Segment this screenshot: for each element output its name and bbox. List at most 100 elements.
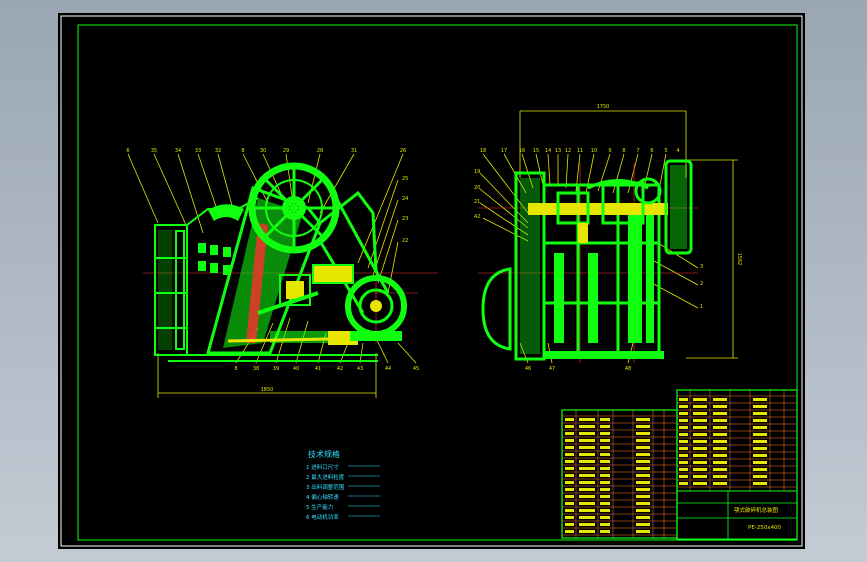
- bom-cell-mark: [713, 447, 727, 450]
- side-base: [544, 351, 664, 359]
- bom-cell-mark: [636, 467, 650, 470]
- width-dimension: 1850: [261, 387, 274, 393]
- callout-label: 42: [474, 214, 480, 220]
- bom-cell-mark: [713, 482, 727, 485]
- bom-cell-mark: [579, 418, 595, 421]
- callout-label: 20: [474, 185, 480, 191]
- bom-cell-mark: [565, 446, 574, 449]
- bill-of-materials: 颚式破碎机总装图 PE-250x400: [561, 389, 798, 541]
- callout-label: 43: [357, 366, 363, 372]
- callout-label: 24: [402, 196, 408, 202]
- bom-cell-mark: [713, 412, 727, 415]
- bom-cell-mark: [753, 412, 767, 415]
- cad-drawing: 技术规格 1 进料口尺寸 2 最大进料粒度 3 出料调整范围 4 偏心轴转速 5…: [60, 15, 803, 547]
- height-dimension: 1562: [736, 253, 742, 266]
- callout-label: 18: [480, 148, 486, 154]
- bom-cell-mark: [693, 482, 707, 485]
- shaft-key: [578, 223, 588, 243]
- bom-cell-mark: [579, 502, 595, 505]
- callout-label: 34: [175, 148, 181, 154]
- bom-cell-mark: [565, 488, 574, 491]
- bom-cell-mark: [600, 453, 610, 456]
- callout-label: 4: [676, 148, 679, 154]
- bom-cell-mark: [753, 440, 767, 443]
- callout-label: 21: [474, 199, 480, 205]
- bom-cell-mark: [565, 453, 574, 456]
- callout-label: 30: [260, 148, 266, 154]
- callout-label: 10: [591, 148, 597, 154]
- callout-label: 7: [636, 148, 639, 154]
- bom-cell-mark: [679, 412, 688, 415]
- bom-cell-mark: [679, 454, 688, 457]
- bom-cell-mark: [600, 460, 610, 463]
- bom-cell-mark: [579, 425, 595, 428]
- bom-cell-mark: [600, 488, 610, 491]
- bom-cell-mark: [693, 468, 707, 471]
- bom-cell-mark: [753, 461, 767, 464]
- bom-cell-mark: [565, 523, 574, 526]
- bom-cell-mark: [579, 467, 595, 470]
- bom-cell-mark: [679, 468, 688, 471]
- bom-cell-mark: [753, 433, 767, 436]
- callout-label: 13: [555, 148, 561, 154]
- bom-cell-mark: [636, 523, 650, 526]
- eccentric-shaft: [528, 203, 668, 215]
- bom-cell-mark: [693, 398, 707, 401]
- callout-label: 45: [413, 366, 419, 372]
- bom-cell-mark: [636, 516, 650, 519]
- bom-cell-mark: [713, 440, 727, 443]
- bom-cell-mark: [636, 481, 650, 484]
- callout-label: 38: [253, 366, 259, 372]
- bom-cell-mark: [600, 425, 610, 428]
- bom-cell-mark: [600, 467, 610, 470]
- bom-cell-mark: [753, 482, 767, 485]
- bom-cell-mark: [713, 419, 727, 422]
- bom-cell-mark: [636, 446, 650, 449]
- bom-cell-mark: [565, 439, 574, 442]
- inner-border: [77, 24, 798, 541]
- bom-cell-mark: [579, 439, 595, 442]
- bom-cell-mark: [565, 495, 574, 498]
- front-view: [127, 153, 438, 398]
- callout-label: 29: [283, 148, 289, 154]
- drawing-sheet: 技术规格 1 进料口尺寸 2 最大进料粒度 3 出料调整范围 4 偏心轴转速 5…: [58, 13, 805, 549]
- callout-label: 28: [317, 148, 323, 154]
- bom-cell-mark: [565, 418, 574, 421]
- bom-cell-mark: [600, 439, 610, 442]
- bom-cell-mark: [636, 432, 650, 435]
- title-block-title: 颚式破碎机总装图: [734, 506, 779, 514]
- callout-label: 48: [625, 366, 631, 372]
- bom-cell-mark: [679, 475, 688, 478]
- callout-label: 26: [400, 148, 406, 154]
- tech-item: 1 进料口尺寸: [306, 463, 339, 471]
- bom-cell-mark: [713, 461, 727, 464]
- bom-cell-mark: [579, 453, 595, 456]
- bom-cell-mark: [565, 425, 574, 428]
- bom-cell-mark: [636, 460, 650, 463]
- bom-cell-mark: [579, 516, 595, 519]
- bom-cell-mark: [636, 453, 650, 456]
- bom-cell-mark: [713, 405, 727, 408]
- bom-cell-mark: [693, 405, 707, 408]
- callout-label: 19: [474, 169, 480, 175]
- bom-cell-mark: [600, 418, 610, 421]
- callout-label: 32: [215, 148, 221, 154]
- bom-cell-mark: [679, 433, 688, 436]
- bom-cell-mark: [679, 398, 688, 401]
- callout-label: 23: [402, 216, 408, 222]
- bom-cell-mark: [753, 405, 767, 408]
- callout-label: 25: [402, 176, 408, 182]
- width-dimension: 1750: [597, 104, 610, 110]
- tech-item: 6 电动机功率: [306, 513, 339, 521]
- bom-cell-mark: [579, 495, 595, 498]
- callout-label: 17: [501, 148, 507, 154]
- callout-label: 2: [700, 281, 703, 287]
- bom-cell-mark: [636, 418, 650, 421]
- callout-label: 39: [273, 366, 279, 372]
- tech-title: 技术规格: [308, 449, 340, 459]
- bom-cell-mark: [693, 426, 707, 429]
- bom-cell-mark: [600, 432, 610, 435]
- bom-cell-mark: [565, 460, 574, 463]
- bom-cell-mark: [636, 488, 650, 491]
- bom-cell-mark: [565, 432, 574, 435]
